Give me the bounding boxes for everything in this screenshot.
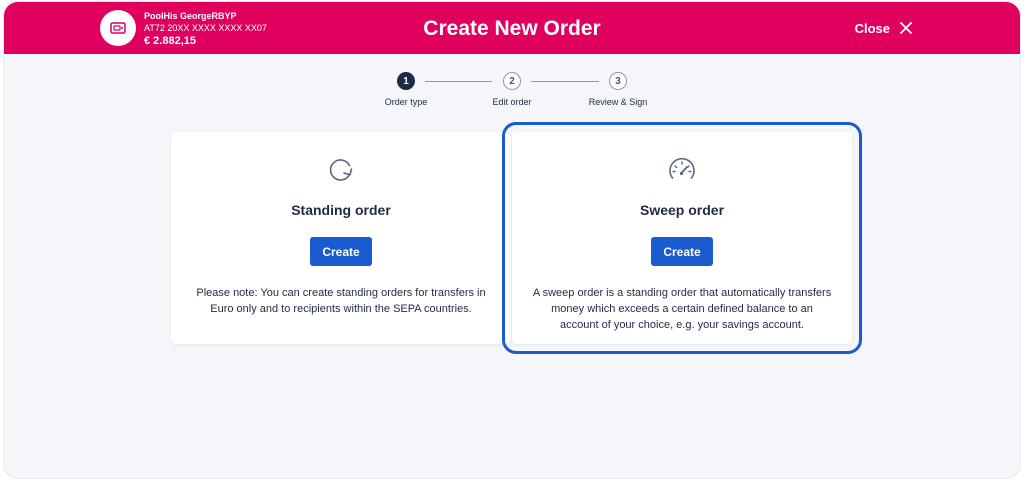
step-2-indicator: 2 bbox=[503, 72, 521, 90]
step-connector bbox=[425, 81, 492, 82]
close-icon bbox=[900, 22, 912, 34]
gauge-icon bbox=[669, 157, 695, 179]
standing-order-note: Please note: You can create standing ord… bbox=[196, 287, 486, 315]
step-3-label: Review & Sign bbox=[588, 97, 648, 107]
order-stepper: 1 Order type 2 Edit order 3 Review & Sig… bbox=[4, 72, 1020, 122]
step-2-label: Edit order bbox=[492, 97, 532, 107]
sweep-order-card[interactable]: Sweep order Create A sweep order is a st… bbox=[502, 122, 862, 354]
close-button[interactable]: Close bbox=[855, 18, 912, 38]
create-sweep-order-button[interactable]: Create bbox=[651, 237, 713, 266]
step-1-label: Order type bbox=[384, 97, 428, 107]
sweep-order-note: A sweep order is a standing order that a… bbox=[532, 287, 832, 331]
close-label: Close bbox=[854, 20, 890, 36]
standing-order-title: Standing order bbox=[291, 202, 391, 218]
refresh-icon bbox=[329, 159, 353, 181]
step-connector bbox=[531, 81, 599, 82]
standing-order-card[interactable]: Standing order Create Please note: You c… bbox=[171, 132, 511, 344]
sweep-order-title: Sweep order bbox=[639, 202, 725, 218]
create-order-modal: PoolHis GeorgeRBYP AT72 20XX XXXX XXXX X… bbox=[4, 2, 1020, 478]
step-3-indicator: 3 bbox=[609, 72, 627, 90]
modal-header: PoolHis GeorgeRBYP AT72 20XX XXXX XXXX X… bbox=[4, 2, 1020, 54]
create-standing-order-button[interactable]: Create bbox=[310, 237, 372, 266]
step-1-indicator: 1 bbox=[397, 72, 415, 90]
